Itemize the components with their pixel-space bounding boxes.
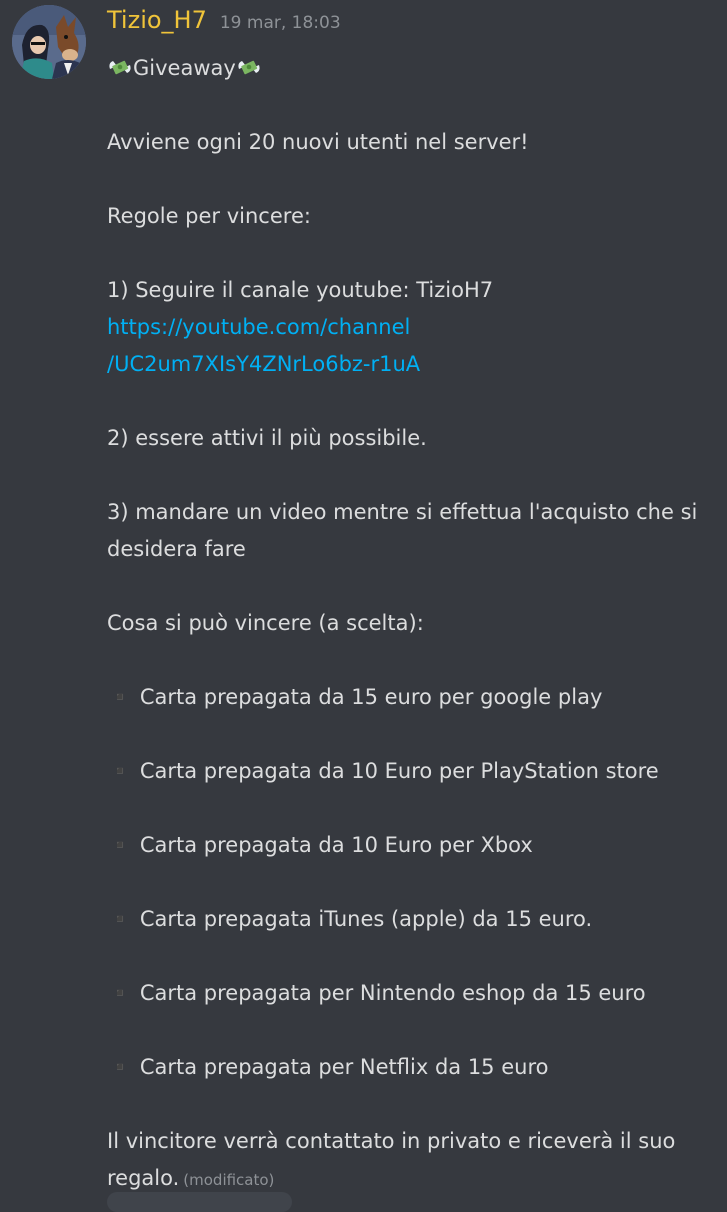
prize-item: ▪️ Carta prepagata da 15 euro per google… xyxy=(107,685,603,709)
rule-3: 3) mandare un video mentre si effettua l… xyxy=(107,500,698,524)
prizes-heading: Cosa si può vincere (a scelta): xyxy=(107,611,424,635)
closing-text: Il vincitore verrà contattato in privato… xyxy=(107,1129,676,1153)
money-with-wings-icon xyxy=(109,60,131,75)
message-content: Giveaway Avviene ogni 20 nuovi utenti ne… xyxy=(107,50,717,1197)
youtube-link-line: https://youtube.com/channel xyxy=(107,309,717,346)
message-header: Tizio_H7 19 mar, 18:03 xyxy=(107,6,341,50)
reaction-bar[interactable] xyxy=(107,1192,292,1212)
rule-2: 2) essere attivi il più possibile. xyxy=(107,426,427,450)
youtube-channel-link[interactable]: https://youtube.com/channel xyxy=(107,315,410,339)
rule-3-continued: desidera fare xyxy=(107,537,246,561)
prize-item: ▪️ Carta prepagata da 10 Euro per Xbox xyxy=(107,833,533,857)
prize-item: ▪️ Carta prepagata da 10 Euro per PlaySt… xyxy=(107,759,659,783)
rule-1: 1) Seguire il canale youtube: TizioH7 xyxy=(107,278,494,302)
avatar[interactable] xyxy=(12,5,86,79)
timestamp: 19 mar, 18:03 xyxy=(219,13,341,33)
intro-text: Avviene ogni 20 nuovi utenti nel server! xyxy=(107,130,529,154)
prize-item: ▪️ Carta prepagata per Netflix da 15 eur… xyxy=(107,1055,549,1079)
message-title-line: Giveaway xyxy=(107,50,717,87)
prize-item: ▪️ Carta prepagata iTunes (apple) da 15 … xyxy=(107,907,593,931)
chat-message: Tizio_H7 19 mar, 18:03 Giveaway Avviene … xyxy=(0,0,727,1212)
edited-label: (modificato) xyxy=(183,1171,275,1189)
message-title: Giveaway xyxy=(133,56,236,80)
username[interactable]: Tizio_H7 xyxy=(107,6,207,34)
closing-text-end: regalo. xyxy=(107,1166,180,1190)
rules-heading: Regole per vincere: xyxy=(107,204,311,228)
youtube-channel-link-continued[interactable]: /UC2um7XIsY4ZNrLo6bz-r1uA xyxy=(107,352,420,376)
bojack-horseman-avatar xyxy=(12,5,86,79)
prize-item: ▪️ Carta prepagata per Nintendo eshop da… xyxy=(107,981,646,1005)
money-with-wings-icon xyxy=(238,60,260,75)
youtube-link-line: /UC2um7XIsY4ZNrLo6bz-r1uA xyxy=(107,346,717,383)
